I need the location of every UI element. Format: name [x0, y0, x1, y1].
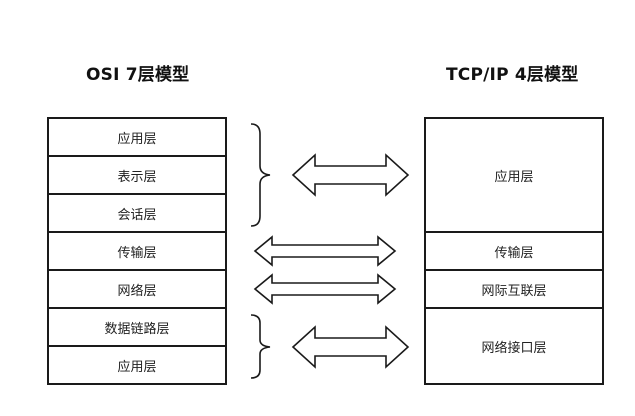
tcpip-model-title: TCP/IP 4层模型: [446, 65, 579, 85]
osi-layer-application: 应用层: [49, 119, 225, 157]
double-arrow-network-interface: [291, 325, 410, 369]
osi-layer-session: 会话层: [49, 195, 225, 233]
osi-model-title: OSI 7层模型: [86, 65, 190, 85]
double-arrow-transport: [253, 235, 397, 267]
osi-layer-data-link: 数据链路层: [49, 309, 225, 347]
osi-layer-bottom: 应用层: [49, 347, 225, 385]
upper-curly-brace: [250, 123, 271, 227]
tcpip-layer-stack: 应用层 传输层 网际互联层 网络接口层: [424, 117, 604, 385]
tcpip-layer-internet: 网际互联层: [426, 271, 602, 309]
osi-layer-network: 网络层: [49, 271, 225, 309]
lower-curly-brace: [250, 314, 271, 379]
tcpip-layer-network-interface: 网络接口层: [426, 309, 602, 385]
osi-layer-transport: 传输层: [49, 233, 225, 271]
tcpip-layer-application: 应用层: [426, 119, 602, 233]
double-arrow-network: [253, 273, 397, 305]
tcpip-layer-transport: 传输层: [426, 233, 602, 271]
osi-layer-stack: 应用层 表示层 会话层 传输层 网络层 数据链路层 应用层: [47, 117, 227, 385]
double-arrow-application: [291, 153, 410, 197]
osi-layer-presentation: 表示层: [49, 157, 225, 195]
